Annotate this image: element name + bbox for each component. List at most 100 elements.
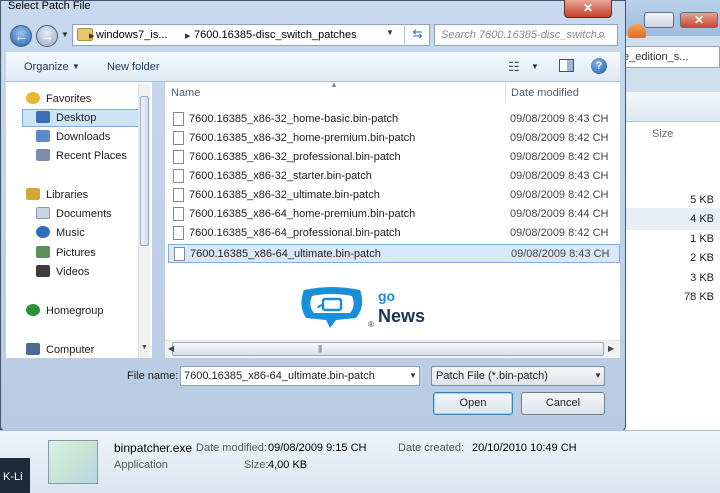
- horizontal-scroll-thumb[interactable]: [172, 342, 604, 356]
- recent-pages-dropdown[interactable]: ▼: [61, 30, 69, 39]
- details-pane: [0, 430, 720, 493]
- file-name-label: File name:: [127, 370, 179, 382]
- nav-item-desktop[interactable]: Desktop: [36, 109, 96, 127]
- file-name: 7600.16385_x86-64_home-premium.bin-patch: [189, 208, 416, 220]
- file-row[interactable]: 7600.16385_x86-32_ultimate.bin-patch 09/0…: [168, 186, 620, 205]
- file-name: 7600.16385_x86-32_professional.bin-patch: [189, 151, 401, 163]
- file-name-value[interactable]: 7600.16385_x86-64_ultimate.bin-patch: [184, 370, 375, 382]
- file-row[interactable]: 7600.16385_x86-32_professional.bin-patch…: [168, 148, 620, 167]
- cancel-button[interactable]: Cancel: [521, 392, 605, 415]
- address-history-dropdown[interactable]: ▼: [386, 28, 394, 37]
- file-date: 09/08/2009 8:43 CH: [510, 113, 609, 125]
- file-name: 7600.16385_x86-32_home-premium.bin-patch: [189, 132, 416, 144]
- file-icon: [174, 247, 185, 261]
- logo-text-go: go: [378, 288, 396, 304]
- logo-text-news: News: [378, 306, 426, 326]
- nav-item-computer[interactable]: Computer: [26, 341, 94, 359]
- refresh-button[interactable]: ⇆: [404, 24, 430, 46]
- nav-scroll-thumb[interactable]: [140, 96, 149, 246]
- file-icon: [173, 207, 184, 221]
- file-name: 7600.16385_x86-64_ultimate.bin-patch: [190, 248, 381, 260]
- file-date: 09/08/2009 8:42 CH: [510, 151, 609, 163]
- nav-item-downloads[interactable]: Downloads: [36, 128, 110, 146]
- preview-pane-icon[interactable]: [559, 59, 574, 72]
- application-thumbnail: [48, 440, 98, 484]
- file-row[interactable]: 7600.16385_x86-32_home-premium.bin-patch…: [168, 129, 620, 148]
- grip-icon: |||: [318, 344, 322, 353]
- nav-item-documents[interactable]: Documents: [36, 205, 112, 223]
- pictures-icon: [36, 246, 50, 258]
- chevron-down-icon[interactable]: ▼: [594, 371, 602, 380]
- size-value: 1 KB: [690, 233, 714, 245]
- star-icon: [26, 92, 40, 104]
- restore-button[interactable]: [644, 12, 674, 28]
- nav-item-recent-places[interactable]: Recent Places: [36, 147, 127, 165]
- forward-button[interactable]: →: [36, 25, 58, 47]
- date-modified-label: Date modified:: [196, 442, 267, 454]
- nav-item-homegroup[interactable]: Homegroup: [26, 302, 103, 320]
- file-type-value[interactable]: Patch File (*.bin-patch): [436, 370, 548, 382]
- sort-ascending-icon: ▲: [330, 80, 338, 89]
- gonews-logo-icon: [301, 287, 363, 328]
- size-value: 78 KB: [684, 291, 714, 303]
- new-folder-button[interactable]: New folder: [107, 61, 160, 73]
- file-date: 09/08/2009 8:42 CH: [510, 132, 609, 144]
- organize-button[interactable]: Organize: [24, 61, 69, 73]
- nav-item-favorites[interactable]: Favorites: [26, 90, 91, 108]
- nav-item-videos[interactable]: Videos: [36, 263, 89, 281]
- breadcrumb-separator[interactable]: ▸: [89, 29, 95, 42]
- documents-icon: [36, 207, 50, 219]
- background-address-bar[interactable]: e_edition_s...: [612, 46, 720, 68]
- dialog-title: Select Patch File: [8, 0, 91, 12]
- file-row[interactable]: 7600.16385_x86-32_starter.bin-patch 09/08…: [168, 167, 620, 186]
- search-placeholder: Search 7600.16385-disc_switch...: [441, 29, 607, 41]
- file-name: 7600.16385_x86-64_professional.bin-patch: [189, 227, 401, 239]
- details-file-name: binpatcher.exe: [114, 441, 193, 455]
- scroll-down-icon[interactable]: ▼: [141, 344, 148, 351]
- computer-icon: [26, 343, 40, 355]
- help-icon[interactable]: ?: [591, 58, 607, 74]
- file-icon: [173, 150, 184, 164]
- change-view-icon[interactable]: ☷: [508, 59, 520, 75]
- file-icon: [173, 169, 184, 183]
- close-button[interactable]: ✕: [564, 0, 612, 18]
- column-header-date-modified[interactable]: Date modified: [511, 87, 579, 99]
- details-file-type: Application: [114, 459, 168, 471]
- column-divider[interactable]: [505, 82, 506, 104]
- nav-item-music[interactable]: Music: [36, 224, 85, 242]
- column-header-name[interactable]: Name: [171, 87, 200, 99]
- size-value: 5 KB: [690, 194, 714, 206]
- search-icon[interactable]: ⌕: [598, 26, 605, 42]
- file-row[interactable]: 7600.16385_x86-32_home-basic.bin-patch 09…: [168, 110, 620, 129]
- nav-item-pictures[interactable]: Pictures: [36, 244, 96, 262]
- scroll-right-icon[interactable]: ▶: [608, 344, 614, 353]
- taskbar-label[interactable]: K-Li: [3, 471, 23, 483]
- date-modified-value: 09/08/2009 9:15 CH: [268, 442, 367, 454]
- breadcrumb-item[interactable]: windows7_is...: [96, 29, 168, 41]
- file-name: 7600.16385_x86-32_starter.bin-patch: [189, 170, 372, 182]
- back-button[interactable]: ←: [10, 25, 32, 47]
- nav-item-libraries[interactable]: Libraries: [26, 186, 88, 204]
- breadcrumb-separator[interactable]: ▸: [185, 29, 191, 42]
- file-row-selected[interactable]: 7600.16385_x86-64_ultimate.bin-patch 09/0…: [168, 244, 620, 263]
- refresh-icon: ⇆: [412, 27, 423, 41]
- file-date: 09/08/2009 8:42 CH: [510, 227, 609, 239]
- file-icon: [173, 112, 184, 126]
- size-column-header[interactable]: Size: [652, 128, 673, 140]
- open-button[interactable]: Open: [433, 392, 513, 415]
- size-value: 4 KB: [690, 213, 714, 225]
- file-date: 09/08/2009 8:42 CH: [510, 189, 609, 201]
- file-name-dropdown[interactable]: ▼: [409, 371, 417, 380]
- date-created-value: 20/10/2010 10:49 CH: [472, 442, 577, 454]
- close-icon: ✕: [693, 13, 705, 27]
- file-row[interactable]: 7600.16385_x86-64_professional.bin-patch…: [168, 224, 620, 243]
- file-date: 09/08/2009 8:44 CH: [510, 208, 609, 220]
- breadcrumb-item[interactable]: 7600.16385-disc_switch_patches: [194, 29, 357, 41]
- scroll-left-icon[interactable]: ◀: [168, 344, 174, 353]
- chevron-down-icon[interactable]: ▼: [72, 62, 80, 71]
- arrow-right-icon: →: [40, 28, 54, 44]
- file-row[interactable]: 7600.16385_x86-64_home-premium.bin-patch…: [168, 205, 620, 224]
- date-created-label: Date created:: [398, 442, 465, 454]
- view-options-dropdown[interactable]: ▼: [531, 62, 539, 71]
- file-name: 7600.16385_x86-32_ultimate.bin-patch: [189, 189, 380, 201]
